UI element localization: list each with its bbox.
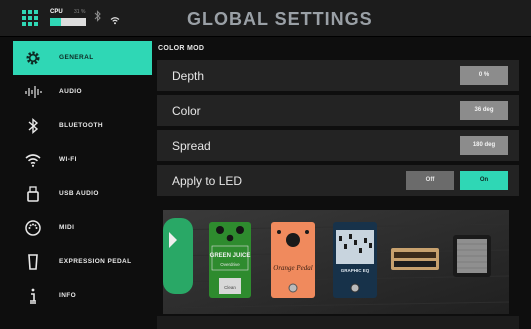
gear-icon [24,49,42,67]
sidebar-item-info[interactable]: INFO [13,279,152,313]
green-pedal-name: GREEN JUICE [210,253,251,259]
expression-pedal-icon [24,253,42,271]
sidebar-item-label: USB AUDIO [59,190,99,197]
wifi-icon [24,151,42,169]
sidebar-item-label: AUDIO [59,88,82,95]
waveform-icon [24,83,42,101]
sidebar-item-label: INFO [59,292,77,299]
sidebar-item-bluetooth[interactable]: BLUETOOTH [13,109,152,143]
cpu-meter-fill [50,18,62,26]
spread-value-button[interactable]: 180 deg [460,136,508,155]
sidebar-item-audio[interactable]: AUDIO [13,75,152,109]
sidebar-item-label: BLUETOOTH [59,122,103,129]
sidebar-item-label: EXPRESSION PEDAL [59,258,132,265]
color-label: Color [172,104,201,118]
eq-pedal-name: GRAPHIC EQ [341,268,370,273]
wifi-icon [110,12,120,30]
color-row: Color 36 deg [157,95,519,126]
bluetooth-icon [94,10,102,25]
green-pedal-subtitle: Overdrive [220,262,240,267]
sidebar-item-midi[interactable]: MIDI [13,211,152,245]
sidebar-item-wifi[interactable]: WI-FI [13,143,152,177]
orange-pedal-name: Orange Pedal [273,264,313,272]
depth-value-button[interactable]: 0 % [460,66,508,85]
cpu-meter [50,18,86,26]
spread-row: Spread 180 deg [157,130,519,161]
depth-label: Depth [172,69,205,83]
usb-icon [24,185,42,203]
bottom-strip [157,316,519,329]
info-icon [24,287,42,305]
cpu-percent: 31 % [74,9,86,15]
sidebar-item-expression-pedal[interactable]: EXPRESSION PEDAL [13,245,152,279]
green-pedal-brand: Clean [224,285,236,290]
led-off-button[interactable]: Off [406,171,454,190]
sidebar-item-label: MIDI [59,224,75,231]
apply-led-label: Apply to LED [172,174,243,188]
sidebar-item-label: GENERAL [59,54,94,61]
apply-led-row: Apply to LED Off On [157,165,519,196]
top-bar: CPU 31 % GLOBAL SETTINGS [0,0,531,37]
led-on-button[interactable]: On [460,171,508,190]
pedal-preview-image: GREEN JUICE Overdrive Clean Orange Pedal… [163,210,509,314]
section-title: COLOR MOD [158,45,205,52]
depth-row: Depth 0 % [157,60,519,91]
color-value-button[interactable]: 36 deg [460,101,508,120]
sidebar-item-label: WI-FI [59,156,77,163]
sidebar: GENERAL AUDIO BLUETOOTH WI-FI USB AUDIO … [13,41,152,329]
grid-icon[interactable] [22,10,38,26]
spread-label: Spread [172,139,211,153]
bluetooth-icon [24,117,42,135]
midi-icon [24,219,42,237]
cpu-label: CPU [50,9,63,15]
sidebar-item-usb-audio[interactable]: USB AUDIO [13,177,152,211]
page-title: GLOBAL SETTINGS [187,9,373,29]
sidebar-item-general[interactable]: GENERAL [13,41,152,75]
